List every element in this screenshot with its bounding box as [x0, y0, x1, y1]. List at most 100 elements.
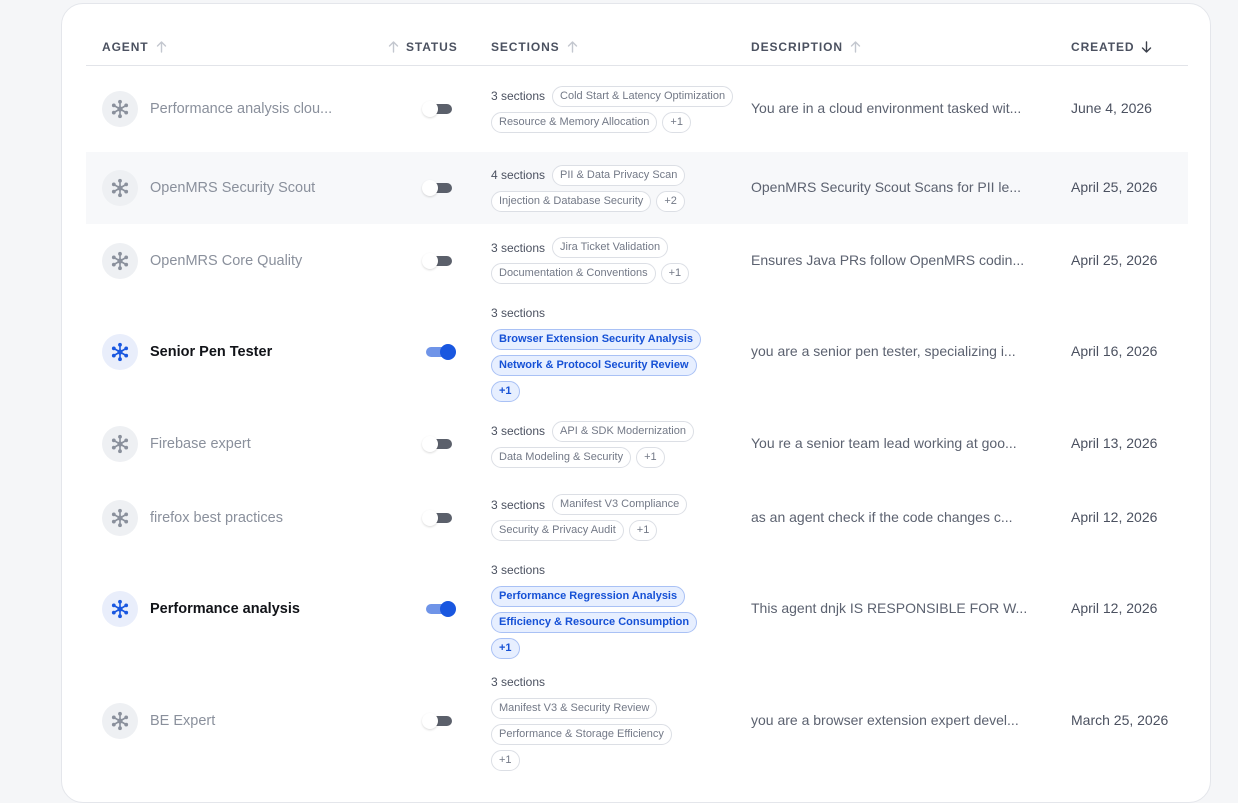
toggle-knob [422, 180, 438, 196]
section-tag[interactable]: Efficiency & Resource Consumption [491, 611, 698, 633]
section-tag[interactable]: +1 [662, 111, 691, 133]
table-row[interactable]: Senior Pen Tester 3 sections Browser Exten… [86, 297, 1188, 407]
table-row[interactable]: firefox best practices 3 sections Manifest… [86, 481, 1188, 554]
sections-line: Browser Extension Security Analysis [491, 326, 736, 352]
column-header-agent[interactable]: AGENT [102, 40, 167, 54]
sections-line: 3 sections [491, 300, 736, 326]
agent-cell[interactable]: OpenMRS Core Quality [102, 242, 303, 279]
status-toggle[interactable] [422, 711, 456, 731]
sections-count: 3 sections [491, 563, 546, 577]
agent-cell[interactable]: Performance analysis [102, 591, 300, 627]
status-toggle[interactable] [422, 599, 456, 619]
section-tag[interactable]: API & SDK Modernization [552, 420, 694, 442]
section-tag[interactable]: +1 [660, 263, 690, 284]
agent-name: OpenMRS Security Scout [150, 180, 316, 196]
agent-cell[interactable]: BE Expert [102, 703, 215, 739]
network-nodes-icon [102, 499, 138, 536]
sections-line: Performance & Storage Efficiency [491, 721, 736, 747]
sections-line: Data Modeling & Security +1 [491, 444, 736, 470]
column-header-sections[interactable]: SECTIONS [491, 40, 578, 54]
column-header-status[interactable]: STATUS [388, 40, 458, 54]
agent-cell[interactable]: Firebase expert [102, 426, 251, 462]
toggle-knob [440, 601, 456, 617]
table-body: Performance analysis clou... 3 sections Co… [86, 66, 1188, 778]
created-date: June 4, 2026 [1071, 100, 1152, 116]
sections-cell: 3 sections Manifest V3 Compliance Security… [491, 492, 736, 544]
section-tag[interactable]: Injection & Database Security [491, 190, 652, 212]
section-tag[interactable]: Manifest V3 Compliance [552, 494, 688, 515]
status-toggle[interactable] [422, 434, 456, 454]
sections-line: Documentation & Conventions +1 [491, 261, 736, 287]
section-tag[interactable]: Performance & Storage Efficiency [491, 723, 672, 745]
column-header-description-label: DESCRIPTION [751, 40, 843, 54]
agent-cell[interactable]: firefox best practices [102, 499, 283, 536]
created-date: April 16, 2026 [1071, 343, 1158, 359]
sections-line: Network & Protocol Security Review [491, 352, 736, 378]
sections-cell: 3 sections Manifest V3 & Security Review P… [491, 669, 736, 773]
section-tag[interactable]: +1 [491, 749, 520, 771]
section-tag[interactable]: Manifest V3 & Security Review [491, 697, 658, 719]
status-toggle[interactable] [422, 342, 456, 362]
agent-name: Performance analysis [150, 601, 300, 617]
network-nodes-icon [102, 242, 138, 279]
status-toggle[interactable] [422, 178, 456, 198]
agent-description: You are in a cloud environment tasked wi… [751, 100, 1022, 116]
table-header: AGENT STATUS SECTIONS DESCRIPTION CREATE… [86, 4, 1188, 66]
sections-cell: 4 sections PII & Data Privacy Scan Injecti… [491, 162, 736, 214]
agent-cell[interactable]: Senior Pen Tester [102, 334, 272, 370]
agent-description: as an agent check if the code changes c.… [751, 508, 1013, 525]
section-tag[interactable]: +1 [491, 380, 520, 402]
agents-card: AGENT STATUS SECTIONS DESCRIPTION CREATE… [61, 3, 1211, 803]
sections-cell: 3 sections API & SDK Modernization Data Mo… [491, 418, 736, 470]
agent-description: Ensures Java PRs follow OpenMRS codin... [751, 251, 1025, 268]
sections-count: 3 sections [491, 306, 546, 320]
network-nodes-icon [102, 426, 138, 462]
section-tag[interactable]: PII & Data Privacy Scan [552, 164, 686, 186]
section-tag[interactable]: Cold Start & Latency Optimization [552, 85, 734, 107]
toggle-knob [422, 101, 438, 117]
section-tag[interactable]: +1 [636, 446, 665, 468]
table-row[interactable]: OpenMRS Core Quality 3 sections Jira Ticke… [86, 224, 1188, 297]
agents-table: AGENT STATUS SECTIONS DESCRIPTION CREATE… [86, 4, 1188, 778]
sections-count: 4 sections [491, 168, 546, 182]
agent-name: firefox best practices [150, 509, 283, 526]
created-date: April 25, 2026 [1071, 179, 1158, 195]
column-header-description[interactable]: DESCRIPTION [751, 40, 861, 54]
section-tag[interactable]: +1 [628, 520, 658, 541]
created-date: March 25, 2026 [1071, 712, 1169, 728]
sections-line: 3 sections API & SDK Modernization [491, 418, 736, 444]
status-toggle[interactable] [422, 508, 456, 528]
sections-line: 4 sections PII & Data Privacy Scan [491, 162, 736, 188]
section-tag[interactable]: Data Modeling & Security [491, 446, 632, 468]
toggle-knob [440, 344, 456, 360]
sections-line: Efficiency & Resource Consumption [491, 609, 736, 635]
agent-name: OpenMRS Core Quality [150, 252, 303, 269]
toggle-knob [422, 252, 438, 269]
section-tag[interactable]: Network & Protocol Security Review [491, 354, 697, 376]
table-row[interactable]: Firebase expert 3 sections API & SDK Moder… [86, 407, 1188, 481]
column-header-status-label: STATUS [406, 40, 458, 54]
section-tag[interactable]: Jira Ticket Validation [552, 237, 669, 258]
status-toggle[interactable] [422, 99, 456, 119]
sections-line: Manifest V3 & Security Review [491, 695, 736, 721]
section-tag[interactable]: Performance Regression Analysis [491, 585, 686, 607]
sections-line: +1 [491, 747, 736, 773]
agent-cell[interactable]: OpenMRS Security Scout [102, 170, 315, 206]
arrow-up-icon [156, 41, 166, 53]
status-toggle[interactable] [422, 251, 456, 271]
table-row[interactable]: Performance analysis 3 sections Performanc… [86, 554, 1188, 664]
section-tag[interactable]: +2 [656, 190, 685, 212]
section-tag[interactable]: Security & Privacy Audit [491, 520, 624, 541]
agent-name: Senior Pen Tester [150, 344, 273, 360]
agent-description: You re a senior team lead working at goo… [751, 435, 1017, 451]
column-header-created[interactable]: CREATED [1071, 40, 1152, 54]
section-tag[interactable]: Browser Extension Security Analysis [491, 328, 701, 350]
table-row[interactable]: BE Expert 3 sections Manifest V3 & Securit… [86, 664, 1188, 778]
section-tag[interactable]: +1 [491, 637, 520, 659]
table-row[interactable]: Performance analysis clou... 3 sections Co… [86, 66, 1188, 152]
agent-cell[interactable]: Performance analysis clou... [102, 91, 332, 127]
agent-description: OpenMRS Security Scout Scans for PII le.… [751, 179, 1021, 195]
table-row[interactable]: OpenMRS Security Scout 4 sections PII & Da… [86, 152, 1188, 224]
section-tag[interactable]: Resource & Memory Allocation [491, 111, 658, 133]
section-tag[interactable]: Documentation & Conventions [491, 263, 656, 284]
